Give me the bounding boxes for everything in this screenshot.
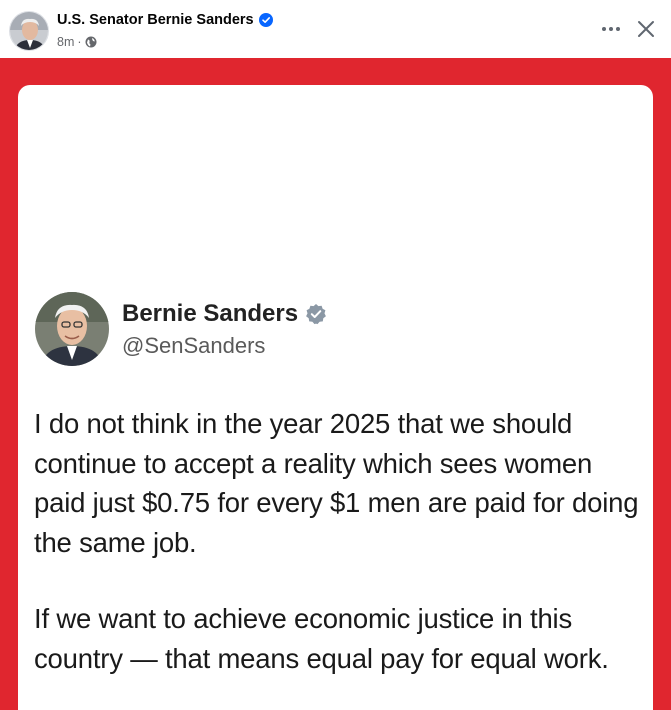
more-options-button[interactable] [596, 14, 626, 44]
close-button[interactable] [631, 14, 661, 44]
avatar-photo [10, 12, 48, 50]
tweet-avatar-photo [35, 292, 109, 366]
post-meta: 8m · [57, 35, 97, 49]
tweet-avatar [35, 292, 109, 366]
globe-icon [85, 36, 97, 48]
tweet-name-row: Bernie Sanders [122, 300, 327, 328]
verified-badge-icon [258, 13, 273, 27]
post-timestamp[interactable]: 8m [57, 35, 74, 49]
post-header: U.S. Senator Bernie Sanders 8m · [0, 0, 671, 58]
tweet-author-name: Bernie Sanders [122, 300, 299, 327]
page-avatar[interactable] [9, 11, 49, 51]
tweet-paragraph: I do not think in the year 2025 that we … [34, 408, 639, 558]
page-name[interactable]: U.S. Senator Bernie Sanders [57, 12, 254, 28]
meta-separator: · [77, 35, 82, 49]
verified-badge-icon [305, 303, 327, 325]
tweet-handle: @SenSanders [122, 333, 266, 358]
close-icon [638, 21, 654, 37]
tweet-paragraph: If we want to achieve economic justice i… [34, 603, 609, 674]
tweet-card: Bernie Sanders @SenSanders I do not thin… [18, 85, 653, 710]
more-icon [602, 27, 620, 31]
post-image[interactable]: Bernie Sanders @SenSanders I do not thin… [0, 58, 671, 710]
page-name-row: U.S. Senator Bernie Sanders [57, 12, 273, 28]
